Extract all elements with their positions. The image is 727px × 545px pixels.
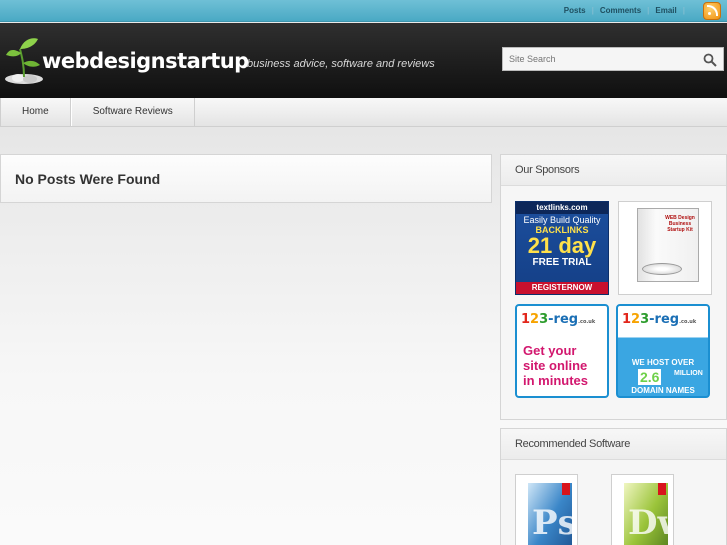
top-links: Posts | Comments | Email | (564, 6, 691, 15)
separator: | (591, 6, 594, 15)
search-input[interactable] (503, 48, 693, 70)
123reg-ad-online[interactable]: 123-reg.co.uk Get your site online in mi… (515, 304, 609, 398)
separator: | (647, 6, 650, 15)
123reg-ad-domains[interactable]: 123-reg.co.uk WE HOST OVER 2.6 MILLION D… (616, 304, 710, 398)
search-box (502, 47, 724, 71)
ad-text: FREE TRIAL (532, 257, 592, 268)
plant-logo-icon (5, 38, 43, 84)
widget-title: Our Sponsors (501, 155, 726, 186)
product-label: WEB Design Business Startup Kit (665, 215, 695, 233)
ad-headline: Get your site online in minutes (523, 343, 589, 388)
startup-kit-ad[interactable]: WEB Design Business Startup Kit (618, 201, 712, 295)
ad-text: DOMAIN NAMES (631, 386, 695, 395)
textlinks-ad[interactable]: textlinks.com Easily Build Quality BACKL… (515, 201, 609, 295)
top-bar: Posts | Comments | Email | (0, 0, 727, 22)
widget-title: Recommended Software (501, 429, 726, 460)
ad-days: 21 day (527, 233, 597, 258)
no-posts-message: No Posts Were Found (15, 171, 161, 187)
123reg-logo: 123-reg.co.uk (521, 312, 596, 327)
ad-cta: REGISTERNOW (516, 282, 608, 294)
123reg-logo: 123-reg.co.uk (622, 312, 697, 327)
ad-text: WE HOST OVER (631, 358, 695, 367)
ad-text: MILLION (674, 370, 703, 377)
software-item-photoshop[interactable]: Ps (515, 474, 578, 545)
sponsors-widget: Our Sponsors textlinks.com Easily Build … (500, 154, 727, 420)
content-area: No Posts Were Found Our Sponsors textlin… (0, 127, 727, 545)
post-list: No Posts Were Found (0, 154, 492, 203)
site-tagline: business advice, software and reviews (247, 58, 435, 70)
site-logo[interactable]: webdesignstartup (42, 49, 249, 73)
adobe-logo-icon (658, 483, 666, 495)
separator: | (682, 6, 685, 15)
software-letter: Dw (628, 503, 673, 543)
adobe-logo-icon (562, 483, 570, 495)
software-widget: Recommended Software Ps Dw (500, 428, 727, 545)
nav-item-home[interactable]: Home (0, 98, 71, 126)
comments-link[interactable]: Comments (600, 6, 641, 15)
software-item-dreamweaver[interactable]: Dw (611, 474, 674, 545)
site-header: webdesignstartup business advice, softwa… (0, 23, 727, 98)
product-box-icon: WEB Design Business Startup Kit (637, 208, 699, 282)
ad-brand: textlinks.com (516, 202, 608, 214)
ad-text: Easily Build Quality (523, 215, 601, 225)
main-nav: Home Software Reviews (0, 98, 727, 127)
nav-item-software-reviews[interactable]: Software Reviews (70, 98, 195, 126)
disc-icon (642, 263, 682, 275)
posts-link[interactable]: Posts (564, 6, 586, 15)
software-letter: Ps (532, 503, 577, 543)
email-link[interactable]: Email (655, 6, 676, 15)
ad-number: 2.6 (638, 369, 662, 385)
search-icon[interactable] (703, 53, 717, 67)
photoshop-box-icon: Ps (528, 483, 577, 545)
rss-icon[interactable] (703, 2, 721, 20)
dreamweaver-box-icon: Dw (624, 483, 673, 545)
